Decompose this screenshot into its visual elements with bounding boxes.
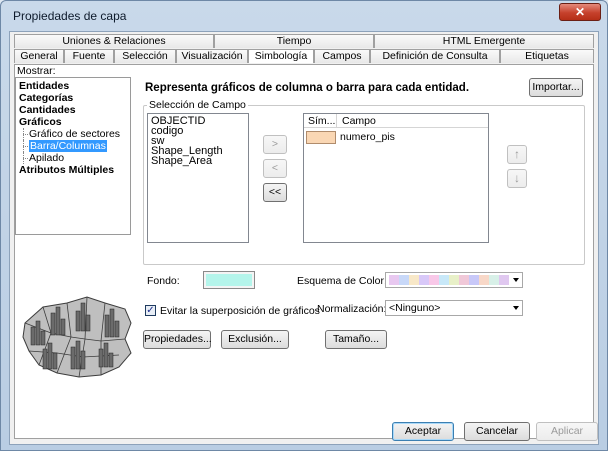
avoid-overlap-label: Evitar la superposición de gráficos bbox=[160, 305, 320, 317]
color-scheme-swatch bbox=[449, 275, 459, 285]
color-scheme-swatch bbox=[409, 275, 419, 285]
background-label: Fondo: bbox=[147, 275, 180, 287]
exclusion-button[interactable]: Exclusión... bbox=[221, 330, 289, 349]
tree-item-barra-columnas-label: Barra/Columnas bbox=[29, 140, 107, 152]
tree-item-entidades[interactable]: Entidades bbox=[19, 80, 127, 92]
color-scheme-dropdown[interactable] bbox=[385, 272, 523, 288]
normalization-label: Normalización: bbox=[317, 303, 387, 315]
title-bar[interactable]: Propiedades de capa ✕ bbox=[1, 1, 607, 31]
selected-fields-table[interactable]: Sím... Campo numero_pis bbox=[303, 113, 489, 243]
tree-item-cantidades[interactable]: Cantidades bbox=[19, 104, 127, 116]
window-title: Propiedades de capa bbox=[13, 9, 127, 23]
close-icon: ✕ bbox=[574, 5, 586, 19]
layer-properties-window: Propiedades de capa ✕ Uniones & Relacion… bbox=[0, 0, 608, 451]
tree-item-graficos[interactable]: Gráficos bbox=[19, 116, 127, 128]
field-item-shape-area[interactable]: Shape_Area bbox=[151, 156, 245, 167]
available-fields-list[interactable]: OBJECTID codigo sw Shape_Length Shape_Ar… bbox=[147, 113, 249, 243]
symbol-column-header[interactable]: Sím... bbox=[308, 115, 335, 127]
tree-item-barra-columnas[interactable]: Barra/Columnas bbox=[19, 140, 127, 152]
size-button[interactable]: Tamaño... bbox=[325, 330, 387, 349]
tree-item-atributos-multiples[interactable]: Atributos Múltiples bbox=[19, 164, 127, 176]
tree-item-apilado[interactable]: Apilado bbox=[19, 152, 127, 164]
avoid-overlap-checkbox[interactable]: ✓ bbox=[145, 305, 156, 316]
chart-preview-image bbox=[21, 293, 137, 381]
chevron-down-icon bbox=[513, 306, 519, 310]
tab-row-bottom: General Fuente Selección Visualización S… bbox=[14, 49, 594, 63]
tree-item-grafico-sectores[interactable]: Gráfico de sectores bbox=[19, 128, 127, 140]
column-divider bbox=[336, 114, 337, 128]
add-field-button[interactable]: > bbox=[263, 135, 287, 154]
field-selection-label: Selección de Campo bbox=[147, 99, 248, 111]
color-scheme-ramp bbox=[389, 275, 509, 285]
tab-visualizacion[interactable]: Visualización bbox=[176, 49, 248, 63]
color-scheme-swatch bbox=[399, 275, 409, 285]
tab-fuente[interactable]: Fuente bbox=[64, 49, 114, 63]
field-column-header[interactable]: Campo bbox=[342, 115, 376, 127]
normalization-value: <Ninguno> bbox=[389, 302, 441, 314]
close-button[interactable]: ✕ bbox=[559, 3, 601, 21]
tree-item-categorias[interactable]: Categorías bbox=[19, 92, 127, 104]
tab-simbologia[interactable]: Simbología bbox=[248, 49, 314, 63]
background-color-button[interactable] bbox=[203, 271, 255, 289]
tab-seleccion[interactable]: Selección bbox=[114, 49, 176, 63]
tab-tiempo[interactable]: Tiempo bbox=[214, 34, 374, 48]
dialog-client-area: Uniones & Relaciones Tiempo HTML Emergen… bbox=[9, 31, 599, 445]
color-scheme-label: Esquema de Color: bbox=[297, 275, 387, 287]
tab-row-top: Uniones & Relaciones Tiempo HTML Emergen… bbox=[14, 34, 594, 48]
color-scheme-swatch bbox=[499, 275, 509, 285]
remove-all-fields-button[interactable]: << bbox=[263, 183, 287, 202]
color-scheme-swatch bbox=[479, 275, 489, 285]
symbology-panel: Mostrar: Entidades Categorías Cantidades… bbox=[14, 64, 594, 439]
renderer-tree: Entidades Categorías Cantidades Gráficos… bbox=[15, 77, 131, 235]
arrow-up-icon: ↑ bbox=[514, 147, 520, 161]
france-map-chart-icon bbox=[21, 293, 137, 381]
background-color-swatch bbox=[206, 274, 252, 286]
accept-button[interactable]: Aceptar bbox=[392, 422, 454, 441]
tab-campos[interactable]: Campos bbox=[314, 49, 370, 63]
show-label: Mostrar: bbox=[17, 65, 56, 77]
tab-definicion-consulta[interactable]: Definición de Consulta bbox=[370, 49, 500, 63]
import-button[interactable]: Importar... bbox=[529, 78, 583, 97]
color-scheme-swatch bbox=[439, 275, 449, 285]
color-scheme-swatch bbox=[389, 275, 399, 285]
cancel-button[interactable]: Cancelar bbox=[464, 422, 530, 441]
color-scheme-swatch bbox=[489, 275, 499, 285]
color-scheme-swatch bbox=[429, 275, 439, 285]
arrow-down-icon: ↓ bbox=[514, 171, 520, 185]
color-scheme-swatch bbox=[469, 275, 479, 285]
checkmark-icon: ✓ bbox=[146, 305, 155, 316]
selected-field-numero-pis[interactable]: numero_pis bbox=[340, 131, 395, 143]
properties-button[interactable]: Propiedades... bbox=[143, 330, 212, 349]
color-scheme-swatch bbox=[459, 275, 469, 285]
chevron-down-icon bbox=[513, 278, 519, 282]
tab-html-emergente[interactable]: HTML Emergente bbox=[374, 34, 594, 48]
tab-general[interactable]: General bbox=[14, 49, 64, 63]
normalization-dropdown[interactable]: <Ninguno> bbox=[385, 300, 523, 316]
apply-button[interactable]: Aplicar bbox=[536, 422, 598, 441]
move-up-button[interactable]: ↑ bbox=[507, 145, 527, 164]
tab-uniones-relaciones[interactable]: Uniones & Relaciones bbox=[14, 34, 214, 48]
remove-field-button[interactable]: < bbox=[263, 159, 287, 178]
move-down-button[interactable]: ↓ bbox=[507, 169, 527, 188]
field-item-codigo[interactable]: codigo bbox=[151, 126, 245, 137]
renderer-description: Representa gráficos de columna o barra p… bbox=[145, 82, 470, 94]
color-scheme-swatch bbox=[419, 275, 429, 285]
selected-fields-header: Sím... Campo bbox=[304, 114, 488, 128]
series-color-swatch[interactable] bbox=[306, 131, 336, 144]
tab-etiquetas[interactable]: Etiquetas bbox=[500, 49, 594, 63]
